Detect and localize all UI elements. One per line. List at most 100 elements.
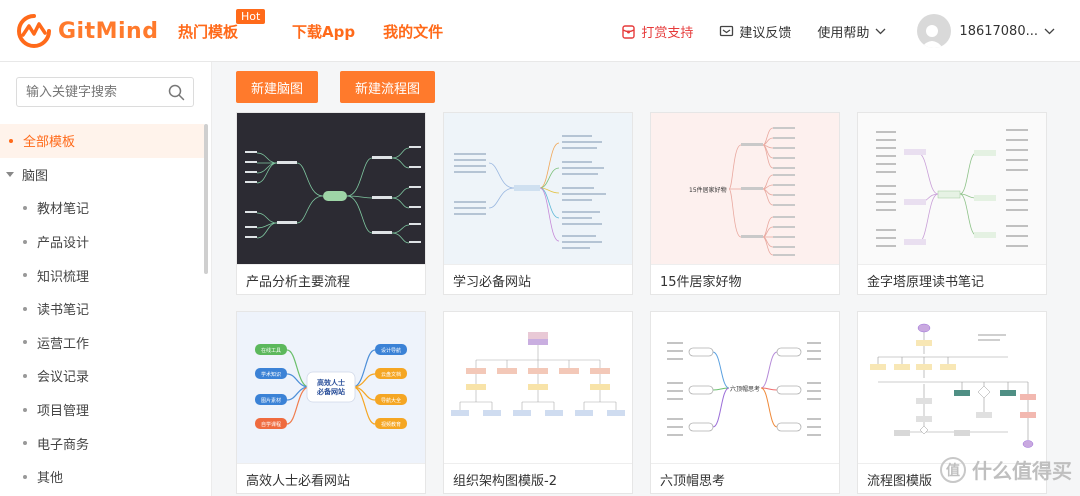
sidebar-scrollbar[interactable] [204, 124, 208, 274]
preview-node-label: 云盘文档 [381, 371, 401, 378]
search-box [16, 77, 194, 107]
category-label: 读书笔记 [37, 303, 90, 319]
template-title: 组织架构图模版-2 [444, 463, 632, 493]
bullet-icon [23, 441, 27, 446]
category-label: 其他 [37, 471, 64, 487]
preview-center-label: 15件居家好物 [689, 186, 727, 194]
template-thumbnail [444, 113, 632, 264]
template-card[interactable]: 组织架构图模版-2 [443, 311, 633, 494]
search-icon[interactable] [168, 84, 185, 101]
template-title: 金字塔原理读书笔记 [858, 264, 1046, 294]
feedback-label: 建议反馈 [739, 25, 792, 41]
category-mindmap[interactable]: 脑图 [0, 158, 204, 192]
chevron-down-icon [1044, 28, 1055, 34]
user-name: 18617080... [959, 23, 1038, 39]
mindmap-preview [245, 146, 421, 244]
preview-node-label: 设计导航 [381, 347, 401, 354]
template-thumbnail: 15件居家好物 [651, 113, 839, 264]
template-card[interactable]: 高效人士必备网站 在线工具 学术知识 图片素材 自学课程 设计导航 云盘文档 导… [236, 311, 426, 494]
template-thumbnail [237, 113, 425, 264]
watermark-text: 什么值得买 [972, 459, 1072, 483]
mindmap-preview: 15件居家好物 [689, 127, 795, 256]
feedback-button[interactable]: 建议反馈 [719, 22, 791, 41]
category-label: 知识梳理 [37, 269, 90, 285]
avatar [917, 14, 952, 48]
caret-down-icon [6, 171, 14, 177]
mindmap-preview [454, 135, 606, 249]
category-label: 教材笔记 [37, 202, 90, 218]
bullet-icon [23, 340, 27, 345]
preview-node-label: 在线工具 [261, 347, 281, 354]
bullet-icon [23, 474, 27, 479]
category-project-mgmt[interactable]: 项目管理 [0, 393, 204, 427]
template-card[interactable]: 金字塔原理读书笔记 [857, 112, 1047, 295]
watermark: 值 什么值得买 [940, 455, 1072, 484]
category-reading-notes[interactable]: 读书笔记 [0, 292, 204, 326]
nav-hot-templates[interactable]: 热门模板 Hot [178, 8, 266, 42]
category-label: 电子商务 [37, 437, 90, 453]
template-card[interactable]: 15件居家好物 15件居家好物 [650, 112, 840, 295]
category-ecommerce[interactable]: 电子商务 [0, 426, 204, 460]
category-label: 全部模板 [23, 135, 76, 151]
bullet-icon [23, 205, 27, 210]
logo-icon [17, 14, 51, 48]
header-right: 打赏支持 建议反馈 使用帮助 18617080... [621, 0, 1060, 62]
category-other[interactable]: 其他 [0, 460, 204, 494]
new-mindmap-button[interactable]: 新建脑图 [236, 71, 318, 103]
category-label: 运营工作 [37, 336, 90, 352]
template-thumbnail: 高效人士必备网站 在线工具 学术知识 图片素材 自学课程 设计导航 云盘文档 导… [237, 312, 425, 463]
category-label: 脑图 [22, 168, 49, 184]
bullet-icon [23, 373, 27, 378]
gitmind-logo[interactable]: GitMind [16, 13, 158, 49]
template-thumbnail [858, 312, 1046, 463]
template-title: 产品分析主要流程 [237, 264, 425, 294]
red-packet-icon [622, 24, 636, 39]
preview-node-label: 视频教育 [381, 421, 401, 428]
help-dropdown[interactable]: 使用帮助 [817, 22, 891, 41]
category-list: 全部模板 脑图 教材笔记 产品设计 知识梳理 读书笔记 运营工作 会议记录 项目… [0, 124, 204, 494]
category-textbook-notes[interactable]: 教材笔记 [0, 191, 204, 225]
template-gallery: 新建脑图 新建流程图 产品分析主要流程 学习必备网站 15件居家好物 15件居家… [212, 62, 1080, 496]
template-title: 高效人士必看网站 [237, 463, 425, 493]
preview-center-label: 六顶帽思考 [730, 385, 760, 393]
nav-my-files[interactable]: 我的文件 [383, 21, 443, 42]
template-thumbnail [444, 312, 632, 463]
main-nav: 热门模板 Hot 下载App 我的文件 [178, 0, 471, 62]
template-title: 15件居家好物 [651, 264, 839, 294]
chevron-down-icon [875, 28, 886, 34]
category-product-design[interactable]: 产品设计 [0, 225, 204, 259]
preview-node-label: 图片素材 [261, 397, 281, 404]
flowchart-preview [870, 323, 1036, 448]
top-header: GitMind 热门模板 Hot 下载App 我的文件 打赏支持 建议反馈 使用 [0, 0, 1080, 62]
category-operations[interactable]: 运营工作 [0, 326, 204, 360]
new-flowchart-button[interactable]: 新建流程图 [340, 71, 435, 103]
template-thumbnail: 六顶帽思考 [651, 312, 839, 463]
reward-button[interactable]: 打赏支持 [621, 22, 693, 41]
hot-badge: Hot [236, 8, 266, 24]
logo-text: GitMind [58, 18, 159, 44]
reward-label: 打赏支持 [641, 25, 694, 41]
bullet-icon [23, 239, 27, 244]
category-meeting-notes[interactable]: 会议记录 [0, 359, 204, 393]
template-card[interactable]: 产品分析主要流程 [236, 112, 426, 295]
template-title: 学习必备网站 [444, 264, 632, 294]
category-all-templates[interactable]: 全部模板 [0, 124, 204, 158]
template-card[interactable]: 六顶帽思考 六顶帽思考 [650, 311, 840, 494]
template-thumbnail [858, 113, 1046, 264]
bullet-icon [9, 138, 13, 143]
search-input[interactable] [17, 78, 157, 106]
template-card[interactable]: 学习必备网站 [443, 112, 633, 295]
nav-download-app[interactable]: 下载App [292, 21, 355, 42]
user-menu[interactable]: 18617080... [917, 14, 1060, 48]
org-chart-preview [451, 332, 625, 416]
watermark-logo-icon: 值 [940, 456, 966, 483]
bullet-icon [23, 273, 27, 278]
category-label: 产品设计 [37, 236, 90, 252]
template-title: 六顶帽思考 [651, 463, 839, 493]
mindmap-preview: 六顶帽思考 [667, 342, 821, 436]
category-knowledge[interactable]: 知识梳理 [0, 258, 204, 292]
category-label: 项目管理 [37, 404, 90, 420]
preview-node-label: 学术知识 [261, 371, 281, 378]
category-label: 会议记录 [37, 370, 90, 386]
bullet-icon [23, 306, 27, 311]
